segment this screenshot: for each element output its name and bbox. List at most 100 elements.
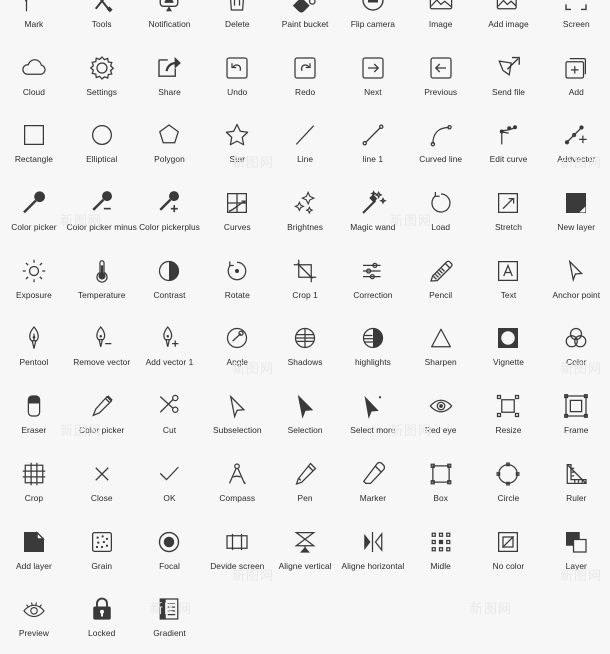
icon-cell-rectangle[interactable]: Rectangle: [0, 112, 68, 180]
icon-cell-text[interactable]: Text: [475, 248, 543, 316]
icon-cell-edit-curve[interactable]: Edit curve: [475, 112, 543, 180]
icon-cell-selection[interactable]: Selection: [271, 383, 339, 451]
icon-cell-color-picker[interactable]: Color picker: [0, 180, 68, 248]
icon-cell-marker[interactable]: Marker: [339, 451, 407, 519]
arrow-right-icon[interactable]: [358, 53, 388, 83]
flip-camera-icon[interactable]: [358, 0, 388, 15]
send-file-icon[interactable]: [493, 53, 523, 83]
icon-cell-paint-bucket[interactable]: Paint bucket: [271, 0, 339, 45]
icon-cell-layer[interactable]: Layer: [542, 519, 610, 587]
icon-cell-line[interactable]: Line: [271, 112, 339, 180]
check-icon[interactable]: [154, 459, 184, 489]
icon-cell-box[interactable]: Box: [407, 451, 475, 519]
add-vector-icon[interactable]: [561, 120, 591, 150]
icon-cell-select-more[interactable]: Select more: [339, 383, 407, 451]
icon-cell-align-horizontal[interactable]: Aligne horizontal: [339, 519, 407, 587]
add-layer-icon[interactable]: [19, 527, 49, 557]
paint-bucket-icon[interactable]: [290, 0, 320, 15]
box-icon[interactable]: [426, 459, 456, 489]
icon-cell-circle[interactable]: Circle: [475, 451, 543, 519]
preview-icon[interactable]: [19, 594, 49, 624]
resize-icon[interactable]: [493, 391, 523, 421]
icon-cell-flip-camera[interactable]: Flip camera: [339, 0, 407, 45]
curved-line-icon[interactable]: [426, 120, 456, 150]
icon-cell-line-node[interactable]: line 1: [339, 112, 407, 180]
icon-cell-subselection[interactable]: Subselection: [203, 383, 271, 451]
icon-cell-anchor-point[interactable]: Anchor point: [542, 248, 610, 316]
align-vertical-icon[interactable]: [290, 527, 320, 557]
icon-cell-add-layer[interactable]: Add layer: [0, 519, 68, 587]
tools-icon[interactable]: [87, 0, 117, 15]
icon-cell-share[interactable]: Share: [136, 45, 204, 113]
icon-cell-vignette[interactable]: Vignette: [475, 315, 543, 383]
share-icon[interactable]: [154, 53, 184, 83]
close-icon[interactable]: [87, 459, 117, 489]
icon-cell-trash[interactable]: Delete: [203, 0, 271, 45]
icon-cell-screen[interactable]: Screen: [542, 0, 610, 45]
rectangle-icon[interactable]: [19, 120, 49, 150]
icon-cell-ruler[interactable]: Ruler: [542, 451, 610, 519]
icon-cell-brightness[interactable]: Brightnes: [271, 180, 339, 248]
icon-cell-send-file[interactable]: Send file: [475, 45, 543, 113]
icon-cell-no-color[interactable]: No color: [475, 519, 543, 587]
icon-cell-crop[interactable]: Crop: [0, 451, 68, 519]
red-eye-icon[interactable]: [426, 391, 456, 421]
color-picker-plus-icon[interactable]: [154, 188, 184, 218]
icon-cell-pen[interactable]: Pen: [271, 451, 339, 519]
icon-cell-frame[interactable]: Frame: [542, 383, 610, 451]
color-icon[interactable]: [561, 323, 591, 353]
rotate-icon[interactable]: [222, 256, 252, 286]
icon-cell-notification[interactable]: Notification: [136, 0, 204, 45]
divide-screen-icon[interactable]: [222, 527, 252, 557]
icon-cell-new-layer[interactable]: New layer: [542, 180, 610, 248]
pencil-icon[interactable]: [426, 256, 456, 286]
shadows-icon[interactable]: [290, 323, 320, 353]
anchor-point-icon[interactable]: [561, 256, 591, 286]
icon-cell-divide-screen[interactable]: Devide screen: [203, 519, 271, 587]
icon-cell-arrow-right[interactable]: Next: [339, 45, 407, 113]
icon-cell-stretch[interactable]: Stretch: [475, 180, 543, 248]
polygon-icon[interactable]: [154, 120, 184, 150]
icon-cell-load[interactable]: Load: [407, 180, 475, 248]
sharpen-icon[interactable]: [426, 323, 456, 353]
subselection-icon[interactable]: [222, 391, 252, 421]
correction-icon[interactable]: [358, 256, 388, 286]
icon-cell-preview[interactable]: Preview: [0, 586, 68, 654]
color-picker-2-icon[interactable]: [87, 391, 117, 421]
gradient-icon[interactable]: [154, 594, 184, 624]
icon-cell-crop-alt[interactable]: Crop 1: [271, 248, 339, 316]
icon-cell-rotate[interactable]: Rotate: [203, 248, 271, 316]
undo-icon[interactable]: [222, 53, 252, 83]
frame-icon[interactable]: [561, 391, 591, 421]
no-color-icon[interactable]: [493, 527, 523, 557]
middle-icon[interactable]: [426, 527, 456, 557]
icon-cell-red-eye[interactable]: Red eye: [407, 383, 475, 451]
select-more-icon[interactable]: [358, 391, 388, 421]
focal-icon[interactable]: [154, 527, 184, 557]
pen-icon[interactable]: [290, 459, 320, 489]
add-icon[interactable]: [561, 53, 591, 83]
icon-cell-scissors[interactable]: Cut: [136, 383, 204, 451]
add-vector-1-icon[interactable]: [154, 323, 184, 353]
icon-cell-focal[interactable]: Focal: [136, 519, 204, 587]
vignette-icon[interactable]: [493, 323, 523, 353]
icon-cell-resize[interactable]: Resize: [475, 383, 543, 451]
icon-cell-middle[interactable]: Midle: [407, 519, 475, 587]
icon-cell-add-image[interactable]: Add image: [475, 0, 543, 45]
line-node-icon[interactable]: [358, 120, 388, 150]
brightness-icon[interactable]: [290, 188, 320, 218]
icon-cell-highlights[interactable]: highlights: [339, 315, 407, 383]
icon-cell-image[interactable]: Image: [407, 0, 475, 45]
icon-cell-exposure[interactable]: Exposure: [0, 248, 68, 316]
edit-curve-icon[interactable]: [493, 120, 523, 150]
circle-icon[interactable]: [493, 459, 523, 489]
icon-cell-star[interactable]: Star: [203, 112, 271, 180]
icon-cell-align-vertical[interactable]: Aligne vertical: [271, 519, 339, 587]
line-icon[interactable]: [290, 120, 320, 150]
cloud-icon[interactable]: [19, 53, 49, 83]
trash-icon[interactable]: [222, 0, 252, 15]
icon-cell-gear[interactable]: Settings: [68, 45, 136, 113]
icon-cell-polygon[interactable]: Polygon: [136, 112, 204, 180]
compass-icon[interactable]: [222, 459, 252, 489]
pen-tool-icon[interactable]: [19, 323, 49, 353]
